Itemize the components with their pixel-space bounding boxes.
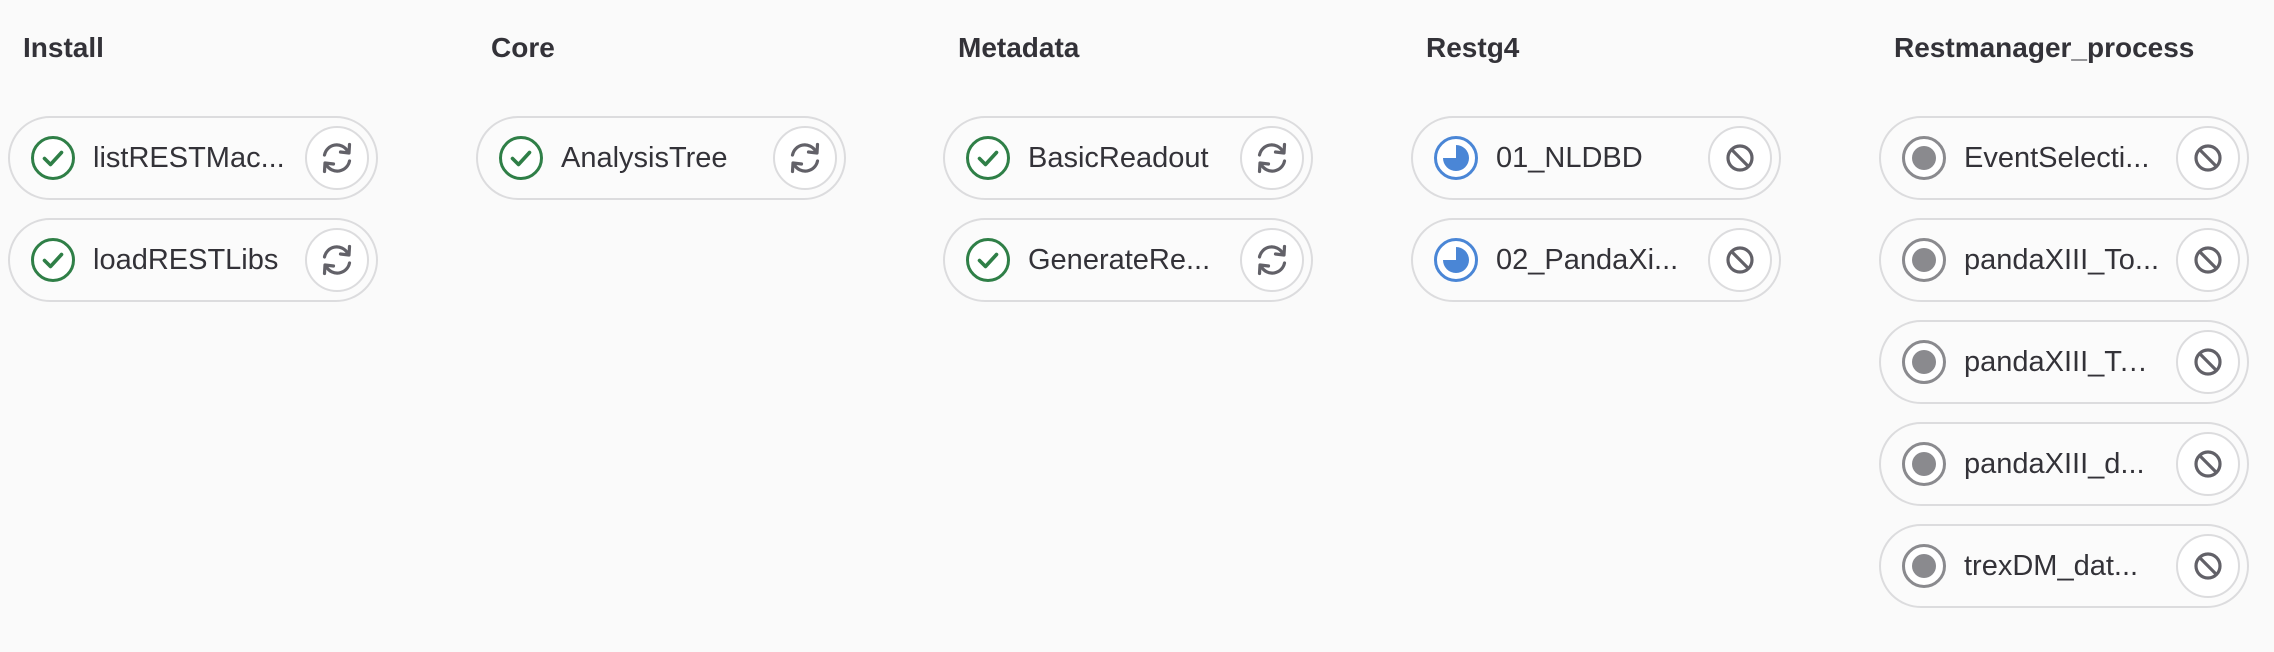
retry-button[interactable] <box>773 126 837 190</box>
job-listrestmacros[interactable]: listRESTMac... <box>8 116 378 200</box>
pipeline-graph: Install listRESTMac... loadRESTLibs Core… <box>0 0 2274 652</box>
job-analysistree[interactable]: AnalysisTree <box>476 116 846 200</box>
status-created-icon <box>1901 543 1947 589</box>
status-created-icon <box>1901 237 1947 283</box>
job-name: pandaXIII_d... <box>1964 448 2145 480</box>
stage-title: Restg4 <box>1426 32 1520 63</box>
job-name: GenerateRe... <box>1028 244 1211 276</box>
status-created-icon <box>1901 339 1947 385</box>
job-name: pandaXIII_Top... <box>1964 346 2160 378</box>
job-name: 01_NLDBD <box>1496 142 1643 174</box>
job-pandaxiii-d[interactable]: pandaXIII_d... <box>1879 422 2249 506</box>
status-created-icon <box>1901 135 1947 181</box>
job-name: BasicReadout <box>1028 142 1209 174</box>
job-name: AnalysisTree <box>561 142 728 174</box>
cancel-button[interactable] <box>2176 432 2240 496</box>
job-name: trexDM_dat... <box>1964 550 2139 582</box>
job-01-nldbd[interactable]: 01_NLDBD <box>1411 116 1781 200</box>
retry-button[interactable] <box>1240 228 1304 292</box>
cancel-button[interactable] <box>1708 228 1772 292</box>
job-generatere[interactable]: GenerateRe... <box>943 218 1313 302</box>
job-name: pandaXIII_To... <box>1964 244 2160 276</box>
status-created-icon <box>1901 441 1947 487</box>
retry-button[interactable] <box>305 126 369 190</box>
job-pandaxiii-to[interactable]: pandaXIII_To... <box>1879 218 2249 302</box>
stage-title: Metadata <box>958 32 1080 63</box>
status-running-icon <box>1433 237 1479 283</box>
job-name: 02_PandaXi... <box>1496 244 1679 276</box>
job-name: loadRESTLibs <box>93 244 279 276</box>
retry-button[interactable] <box>1240 126 1304 190</box>
job-eventselection[interactable]: EventSelecti... <box>1879 116 2249 200</box>
cancel-button[interactable] <box>2176 228 2240 292</box>
stage-title: Restmanager_process <box>1894 32 2195 63</box>
status-success-icon <box>30 237 76 283</box>
status-success-icon <box>30 135 76 181</box>
cancel-button[interactable] <box>2176 330 2240 394</box>
cancel-button[interactable] <box>2176 126 2240 190</box>
job-loadrestlibs[interactable]: loadRESTLibs <box>8 218 378 302</box>
status-success-icon <box>498 135 544 181</box>
job-basicreadout[interactable]: BasicReadout <box>943 116 1313 200</box>
status-success-icon <box>965 237 1011 283</box>
job-name: EventSelecti... <box>1964 142 2150 174</box>
retry-button[interactable] <box>305 228 369 292</box>
status-running-icon <box>1433 135 1479 181</box>
status-success-icon <box>965 135 1011 181</box>
job-02-pandaxi[interactable]: 02_PandaXi... <box>1411 218 1781 302</box>
stage-title: Core <box>491 32 555 63</box>
cancel-button[interactable] <box>2176 534 2240 598</box>
stage-title: Install <box>23 32 104 63</box>
cancel-button[interactable] <box>1708 126 1772 190</box>
job-name: listRESTMac... <box>93 142 285 174</box>
job-pandaxiii-top[interactable]: pandaXIII_Top... <box>1879 320 2249 404</box>
job-trexdm-dat[interactable]: trexDM_dat... <box>1879 524 2249 608</box>
